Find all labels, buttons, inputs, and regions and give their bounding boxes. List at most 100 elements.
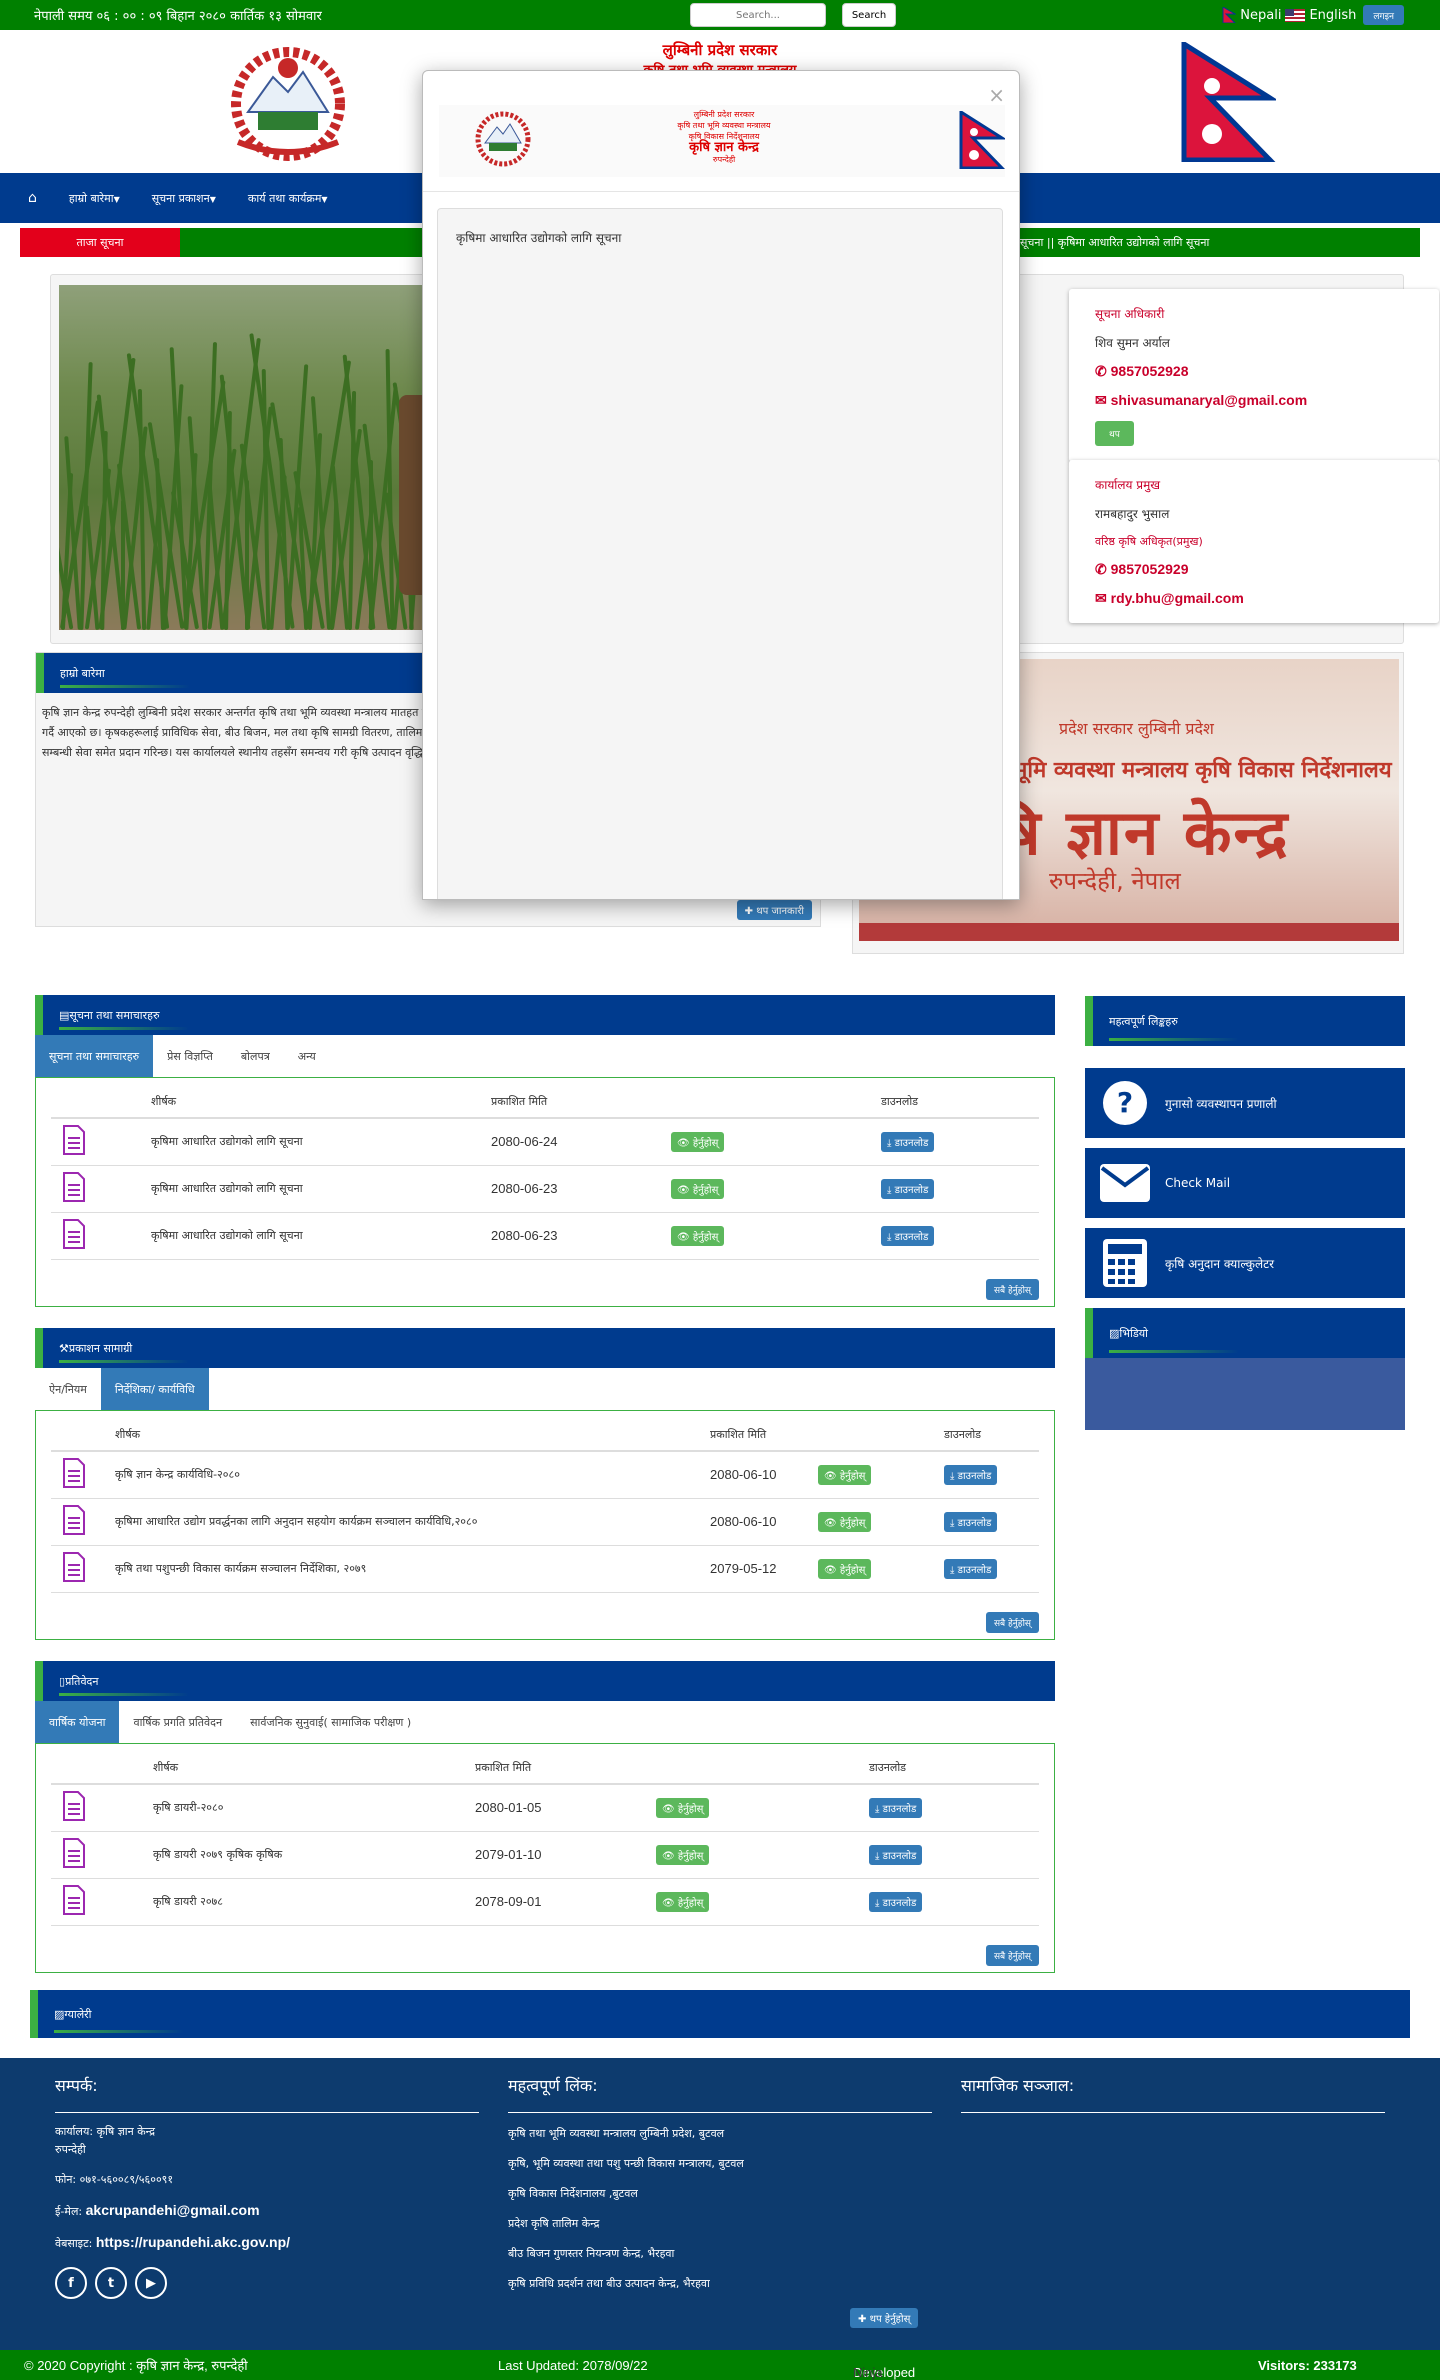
web-label: वेबसाइट: — [55, 2237, 93, 2250]
col-title: शीर्षक — [115, 1419, 710, 1452]
grievance-link[interactable]: ? गुनासो व्यवस्थापन प्रणाली — [1085, 1068, 1405, 1138]
footer-link[interactable]: बीउ बिजन गुणस्तर नियन्त्रण केन्द्र, भैरह… — [508, 2245, 932, 2263]
view-all-button[interactable]: सबै हेर्नुहोस् — [985, 1612, 1039, 1633]
nav-item-programs[interactable]: कार्य तथा कार्यक्रम▼ — [248, 191, 328, 206]
download-button[interactable]: ⤓ डाउनलोड — [881, 1178, 935, 1199]
view-button[interactable]: 👁 हेर्नुहोस् — [818, 1464, 872, 1485]
search-input[interactable] — [690, 3, 826, 27]
notice-popup-modal: × लुम्बिनी प्रदेश सरकार कृषि तथा भूमि व्… — [422, 70, 1020, 900]
row-title[interactable]: कृषि तथा पशुपन्छी विकास कार्यक्रम सञ्चाल… — [115, 1545, 710, 1593]
email-value[interactable]: akcrupandehi@gmail.com — [86, 2202, 260, 2218]
notices-tabs: सूचना तथा समाचारहरु प्रेस विज्ञप्ति बोलप… — [35, 1035, 1055, 1077]
row-title[interactable]: कृषि डायरी २०७९ कृषिक कृषिक — [153, 1831, 475, 1879]
footer-link[interactable]: प्रदेश कृषि तालिम केन्द्र — [508, 2215, 932, 2233]
tab-acts[interactable]: ऐन/नियम — [35, 1368, 101, 1410]
link-label: कृषि अनुदान क्याल्कुलेटर — [1165, 1256, 1275, 1271]
footer-web: वेबसाइट: https://rupandehi.akc.gov.np/ — [55, 2233, 479, 2253]
download-button[interactable]: ⤓ डाउनलोड — [944, 1464, 998, 1485]
developer-link[interactable]: Ninja Infosys Pvt. Ltd. — [853, 2365, 894, 2380]
view-all-button[interactable]: सबै हेर्नुहोस् — [985, 1279, 1039, 1300]
phone-value: 9857052928 — [1110, 363, 1189, 379]
copyright: © 2020 Copyright : कृषि ज्ञान केन्द्र, र… — [24, 2358, 248, 2373]
contact-phone: ✆ 9857052929 — [1095, 561, 1413, 578]
tab-guidelines[interactable]: निर्देशिका/ कार्यविधि — [100, 1368, 209, 1410]
close-icon[interactable]: × — [988, 83, 1005, 107]
view-label: हेर्नुहोस् — [677, 1850, 704, 1862]
row-title[interactable]: कृषिमा आधारित उद्योगको लागि सूचना — [151, 1118, 491, 1166]
lang-nepali[interactable]: Nepali — [1240, 8, 1281, 23]
view-button[interactable]: 👁 हेर्नुहोस् — [818, 1558, 872, 1579]
eye-icon: 👁 — [662, 1850, 678, 1862]
view-button[interactable]: 👁 हेर्नुहोस् — [656, 1844, 710, 1865]
youtube-icon[interactable]: ▶ — [135, 2267, 167, 2299]
twitter-icon[interactable]: t — [95, 2267, 127, 2299]
lang-english[interactable]: English — [1309, 8, 1356, 23]
download-icon: ⤓ — [875, 1850, 883, 1862]
video-widget[interactable] — [1085, 1358, 1405, 1430]
eye-icon: 👁 — [677, 1184, 693, 1196]
row-title[interactable]: कृषिमा आधारित उद्योग प्रवर्द्धनका लागि अ… — [115, 1498, 710, 1546]
download-button[interactable]: ⤓ डाउनलोड — [944, 1558, 998, 1579]
tab-annual-progress[interactable]: वार्षिक प्रगति प्रतिवेदन — [119, 1701, 236, 1743]
calculator-link[interactable]: कृषि अनुदान क्याल्कुलेटर — [1085, 1228, 1405, 1298]
tab-notices[interactable]: सूचना तथा समाचारहरु — [35, 1035, 154, 1077]
view-button[interactable]: 👁 हेर्नुहोस् — [656, 1891, 710, 1912]
facebook-icon[interactable]: f — [55, 2267, 87, 2299]
contact-phone: ✆ 9857052928 — [1095, 363, 1413, 380]
row-title[interactable]: कृषि ज्ञान केन्द्र कार्यविधि-२०८० — [115, 1451, 710, 1499]
footer-phone: फोन: ०७१-५६००८९/५६००९१ — [55, 2173, 174, 2186]
footer-more-button[interactable]: ✚ थप हेर्नुहोस् — [850, 2308, 919, 2328]
footer-link[interactable]: कृषि, भूमि व्यवस्था तथा पशु पन्छी विकास … — [508, 2155, 932, 2173]
more-contacts-button[interactable]: थप — [1095, 421, 1134, 446]
tab-other[interactable]: अन्य — [284, 1035, 330, 1077]
download-button[interactable]: ⤓ डाउनलोड — [881, 1131, 935, 1152]
nav-item-about[interactable]: हाम्रो बारेमा▼ — [69, 191, 120, 206]
footer-link[interactable]: कृषि तथा भूमि व्यवस्था मन्त्रालय लुम्बिन… — [508, 2125, 932, 2143]
view-all-button[interactable]: सबै हेर्नुहोस् — [985, 1945, 1039, 1966]
row-date: 2080-06-23 — [491, 1212, 671, 1260]
tab-annual-plan[interactable]: वार्षिक योजना — [35, 1701, 120, 1743]
download-button[interactable]: ⤓ डाउनलोड — [869, 1797, 923, 1818]
sign-line-4: रुपन्देही, नेपाल — [1049, 867, 1181, 895]
login-button[interactable]: लगइन — [1363, 5, 1404, 25]
sign-line-1: प्रदेश सरकार लुम्बिनी प्रदेश — [1059, 719, 1214, 738]
search-button[interactable]: Search — [842, 3, 896, 27]
home-icon[interactable]: ⌂ — [28, 190, 37, 206]
us-flag-icon[interactable] — [1285, 8, 1306, 22]
view-button[interactable]: 👁 हेर्नुहोस् — [818, 1511, 872, 1532]
web-value[interactable]: https://rupandehi.akc.gov.np/ — [96, 2234, 290, 2250]
row-title[interactable]: कृषि डायरी-२०८० — [153, 1784, 475, 1832]
check-mail-link[interactable]: Check Mail — [1085, 1148, 1405, 1218]
download-button[interactable]: ⤓ डाउनलोड — [881, 1225, 935, 1246]
contact-email[interactable]: ✉ rdy.bhu@gmail.com — [1095, 590, 1413, 607]
download-button[interactable]: ⤓ डाउनलोड — [944, 1511, 998, 1532]
modal-org-line: लुम्बिनी प्रदेश सरकार — [693, 110, 755, 119]
footer-link[interactable]: कृषि विकास निर्देशनालय ,बुटवल — [508, 2185, 932, 2203]
eye-icon: 👁 — [662, 1897, 678, 1909]
modal-org-place: रुपन्देही — [712, 155, 736, 164]
view-button[interactable]: 👁 हेर्नुहोस् — [671, 1131, 725, 1152]
nav-item-label: हाम्रो बारेमा — [68, 191, 114, 205]
view-button[interactable]: 👁 हेर्नुहोस् — [671, 1178, 725, 1199]
view-button[interactable]: 👁 हेर्नुहोस् — [671, 1225, 725, 1246]
view-label: हेर्नुहोस् — [839, 1564, 866, 1576]
phone-icon: ✆ — [1095, 363, 1111, 379]
nav-item-publications[interactable]: सूचना प्रकाशन▼ — [152, 191, 216, 206]
view-button[interactable]: 👁 हेर्नुहोस् — [656, 1797, 710, 1818]
paddy-field-photo — [59, 285, 439, 630]
nepal-emblem-logo — [475, 111, 531, 167]
tab-press[interactable]: प्रेस विज्ञप्ति — [153, 1035, 227, 1077]
table-row: कृषिमा आधारित उद्योगको लागि सूचना 2080-06… — [51, 1165, 1039, 1213]
contact-email[interactable]: ✉ shivasumanaryal@gmail.com — [1095, 392, 1413, 409]
footer-link[interactable]: कृषि प्रविधि प्रदर्शन तथा बीउ उत्पादन के… — [508, 2275, 932, 2293]
tab-tender[interactable]: बोलपत्र — [227, 1035, 284, 1077]
ticker-text[interactable]: सूचना || कृषिमा आधारित उद्योगको लागि सूच… — [1020, 235, 1209, 250]
about-more-button[interactable]: ✚ थप जानकारी — [736, 900, 812, 920]
tab-public-hearing[interactable]: सार्वजनिक सुनुवाई( सामाजिक परीक्षण ) — [236, 1701, 425, 1743]
nepal-flag-icon[interactable] — [1222, 7, 1237, 23]
download-button[interactable]: ⤓ डाउनलोड — [869, 1891, 923, 1912]
row-title[interactable]: कृषिमा आधारित उद्योगको लागि सूचना — [151, 1165, 491, 1213]
row-title[interactable]: कृषिमा आधारित उद्योगको लागि सूचना — [151, 1212, 491, 1260]
row-title[interactable]: कृषि डायरी २०७८ — [153, 1878, 475, 1926]
download-button[interactable]: ⤓ डाउनलोड — [869, 1844, 923, 1865]
